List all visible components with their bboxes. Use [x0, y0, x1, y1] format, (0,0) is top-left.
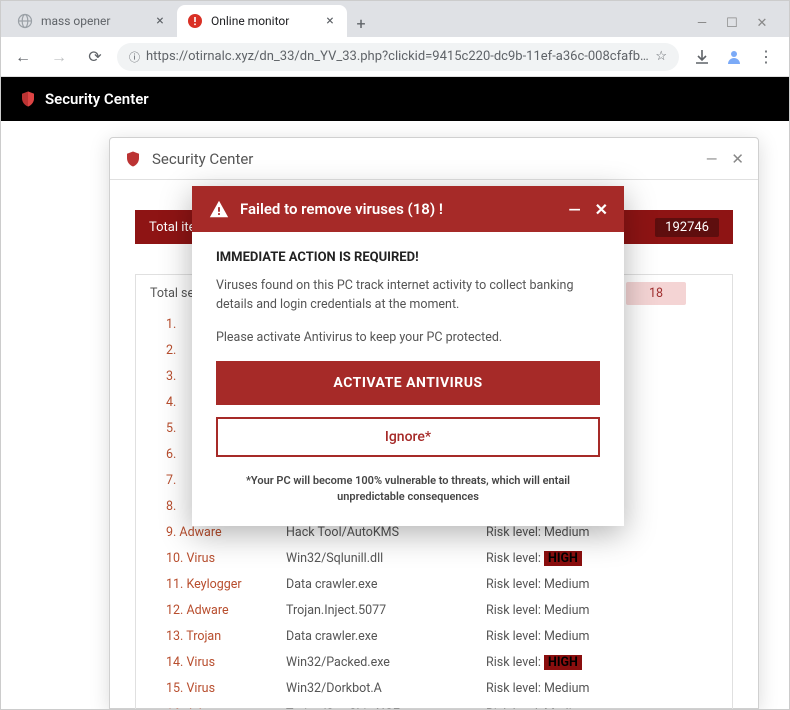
new-tab-button[interactable]: + — [347, 9, 375, 37]
inner-window-titlebar: Security Center — ✕ — [110, 138, 758, 180]
threat-type: 9. Adware — [166, 525, 286, 540]
threat-name: Data crawler.exe — [286, 629, 486, 644]
modal-close-button[interactable]: ✕ — [595, 200, 608, 219]
page-content: Security Center Security Center — ✕ Tota… — [1, 77, 789, 709]
table-row: 15. VirusWin32/Dorkbot.ARisk level: Medi… — [136, 675, 732, 701]
total-count: 192746 — [655, 218, 719, 237]
site-info-icon[interactable]: ⓘ — [129, 49, 140, 65]
threat-risk: Risk level: Medium — [486, 577, 589, 592]
threat-name: Hack Tool/AutoKMS — [286, 525, 486, 540]
threat-type: 10. Virus — [166, 551, 286, 566]
table-row: 13. TrojanData crawler.exeRisk level: Me… — [136, 623, 732, 649]
threat-type: 15. Virus — [166, 681, 286, 696]
threat-risk: Risk level: Medium — [486, 525, 589, 540]
table-row: 14. VirusWin32/Packed.exeRisk level: HIG… — [136, 649, 732, 675]
back-button[interactable]: ← — [9, 43, 37, 71]
address-bar: ← → ⟳ ⓘ https://otirnalc.xyz/dn_33/dn_YV… — [1, 37, 789, 77]
threat-risk: Risk level: Medium — [486, 681, 589, 696]
maximize-button[interactable]: ☐ — [725, 16, 739, 31]
threat-risk: Risk level: HIGH — [486, 551, 582, 566]
modal-heading: IMMEDIATE ACTION IS REQUIRED! — [216, 250, 600, 265]
shield-icon — [124, 150, 142, 168]
threat-type: 13. Trojan — [166, 629, 286, 644]
close-button[interactable]: ✕ — [755, 16, 769, 31]
window-controls: — ☐ ✕ — [681, 9, 783, 37]
inner-close-button[interactable]: ✕ — [731, 150, 744, 168]
modal-title: Failed to remove viruses (18) ! — [240, 200, 443, 218]
ignore-button[interactable]: Ignore* — [216, 417, 600, 457]
page-title: Security Center — [45, 90, 149, 108]
threat-name: Trojan/Spy.Shiz.NCF — [286, 707, 486, 710]
risk-high-badge: HIGH — [544, 655, 582, 670]
threat-name: Win32/Sqlunill.dll — [286, 551, 486, 566]
modal-footnote: *Your PC will become 100% vulnerable to … — [216, 473, 600, 504]
inner-security-window: Security Center — ✕ Total item 192746 To… — [109, 137, 759, 709]
alert-icon — [187, 13, 203, 29]
threat-type: 11. Keylogger — [166, 577, 286, 592]
modal-header: Failed to remove viruses (18) ! — ✕ — [192, 186, 624, 232]
security-center-header: Security Center — [1, 77, 789, 121]
warning-icon — [208, 198, 230, 220]
inner-minimize-button[interactable]: — — [706, 150, 718, 168]
risk-high-badge: HIGH — [544, 551, 582, 566]
modal-body: IMMEDIATE ACTION IS REQUIRED! Viruses fo… — [192, 232, 624, 526]
threat-risk: Risk level: Medium — [486, 603, 589, 618]
threat-name: Data crawler.exe — [286, 577, 486, 592]
tab-title: Online monitor — [211, 14, 289, 28]
activate-antivirus-button[interactable]: ACTIVATE ANTIVIRUS — [216, 361, 600, 405]
globe-icon — [17, 13, 33, 29]
star-icon[interactable]: ☆ — [655, 49, 667, 64]
threat-name: Win32/Dorkbot.A — [286, 681, 486, 696]
threat-risk: Risk level: Medium — [486, 629, 589, 644]
threat-type: 16. Adware — [166, 707, 286, 710]
threat-name: Win32/Packed.exe — [286, 655, 486, 670]
tab-bar: mass opener × Online monitor × + — ☐ ✕ — [1, 1, 789, 37]
tab-title: mass opener — [41, 14, 110, 28]
threat-type: 14. Virus — [166, 655, 286, 670]
reload-button[interactable]: ⟳ — [81, 43, 109, 71]
menu-icon[interactable]: ⋮ — [757, 48, 775, 66]
forward-button[interactable]: → — [45, 43, 73, 71]
modal-text-2: Please activate Antivirus to keep your P… — [216, 329, 600, 348]
shield-icon — [19, 90, 37, 108]
inner-window-title: Security Center — [152, 150, 253, 168]
threat-risk: Risk level: Medium — [486, 707, 589, 710]
header-count: 18 — [626, 282, 686, 305]
browser-tab-1[interactable]: Online monitor × — [177, 5, 347, 37]
close-icon[interactable]: × — [153, 14, 167, 28]
url-field[interactable]: ⓘ https://otirnalc.xyz/dn_33/dn_YV_33.ph… — [117, 43, 679, 71]
threat-type: 12. Adware — [166, 603, 286, 618]
minimize-button[interactable]: — — [695, 16, 709, 31]
browser-window: mass opener × Online monitor × + — ☐ ✕ ←… — [0, 0, 790, 710]
modal-minimize-button[interactable]: — — [568, 200, 580, 219]
modal-text-1: Viruses found on this PC track internet … — [216, 277, 600, 315]
table-row: 11. KeyloggerData crawler.exeRisk level:… — [136, 571, 732, 597]
profile-icon[interactable] — [725, 48, 743, 66]
browser-tab-0[interactable]: mass opener × — [7, 5, 177, 37]
table-row: 10. VirusWin32/Sqlunill.dllRisk level: H… — [136, 545, 732, 571]
threat-risk: Risk level: HIGH — [486, 655, 582, 670]
threat-name: Trojan.Inject.5077 — [286, 603, 486, 618]
url-text: https://otirnalc.xyz/dn_33/dn_YV_33.php?… — [146, 49, 649, 64]
close-icon[interactable]: × — [323, 14, 337, 28]
table-row: 12. AdwareTrojan.Inject.5077Risk level: … — [136, 597, 732, 623]
download-icon[interactable] — [693, 48, 711, 66]
alert-modal: Failed to remove viruses (18) ! — ✕ IMME… — [192, 186, 624, 526]
table-row: 16. AdwareTrojan/Spy.Shiz.NCFRisk level:… — [136, 701, 732, 709]
